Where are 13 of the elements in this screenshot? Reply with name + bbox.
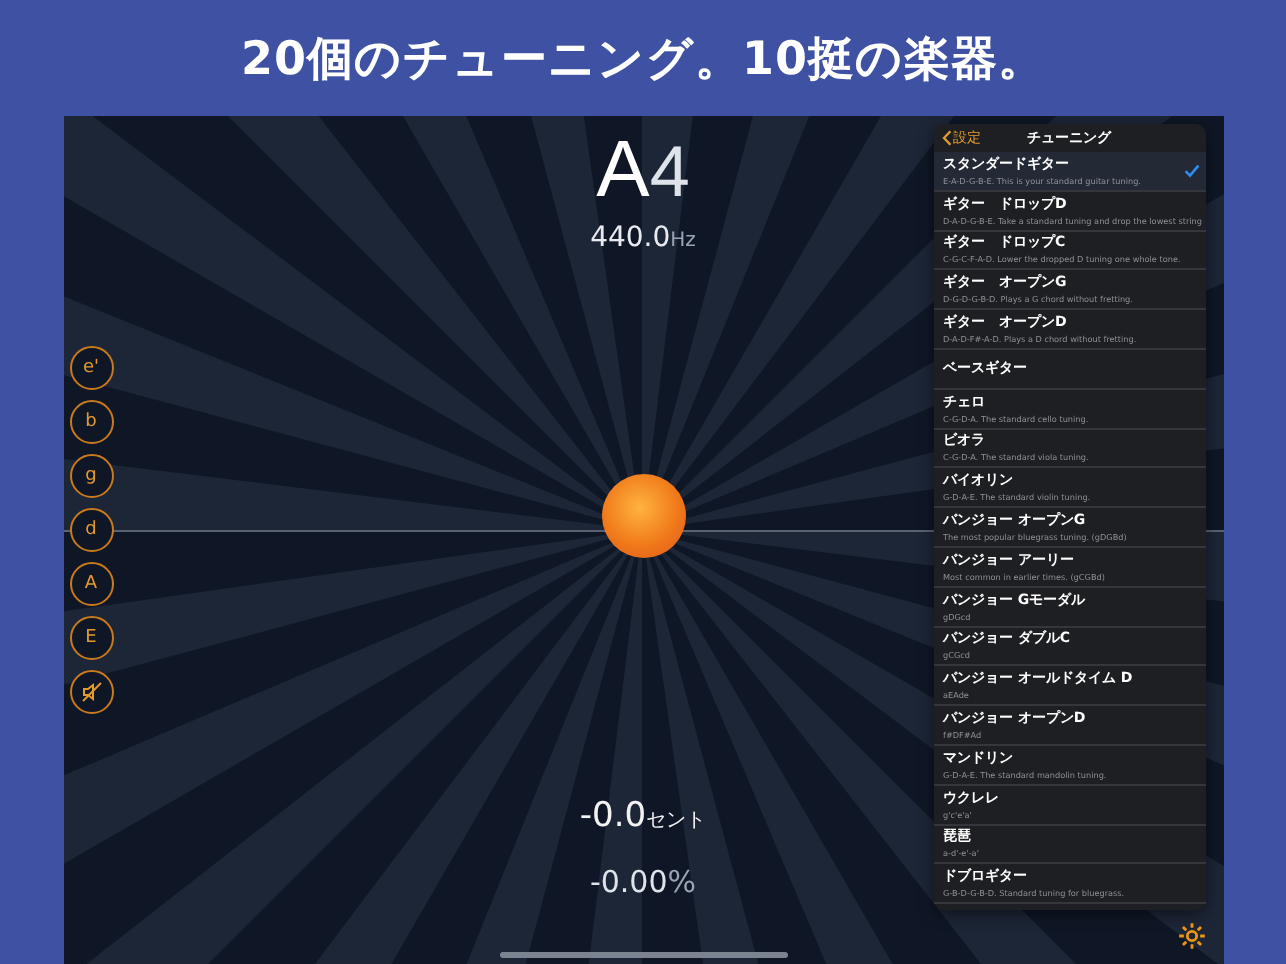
- cents-reading: -0.0セント: [579, 796, 707, 836]
- percent-reading: -0.00%: [589, 864, 697, 900]
- checkmark-icon: [1183, 163, 1199, 178]
- note-name: A4: [596, 124, 690, 218]
- string-note-button[interactable]: b: [69, 400, 113, 444]
- mute-button[interactable]: [69, 670, 113, 714]
- settings-icon[interactable]: [1177, 922, 1205, 950]
- string-note-button[interactable]: A: [69, 562, 113, 606]
- headline: 20個のチューニング。10挺の楽器。: [240, 31, 1045, 89]
- chevron-left-icon: [941, 130, 951, 146]
- muted-speaker-icon: [79, 680, 103, 704]
- pitch-indicator-ball: [601, 473, 685, 557]
- frequency-reading: 440.0Hz: [590, 222, 696, 254]
